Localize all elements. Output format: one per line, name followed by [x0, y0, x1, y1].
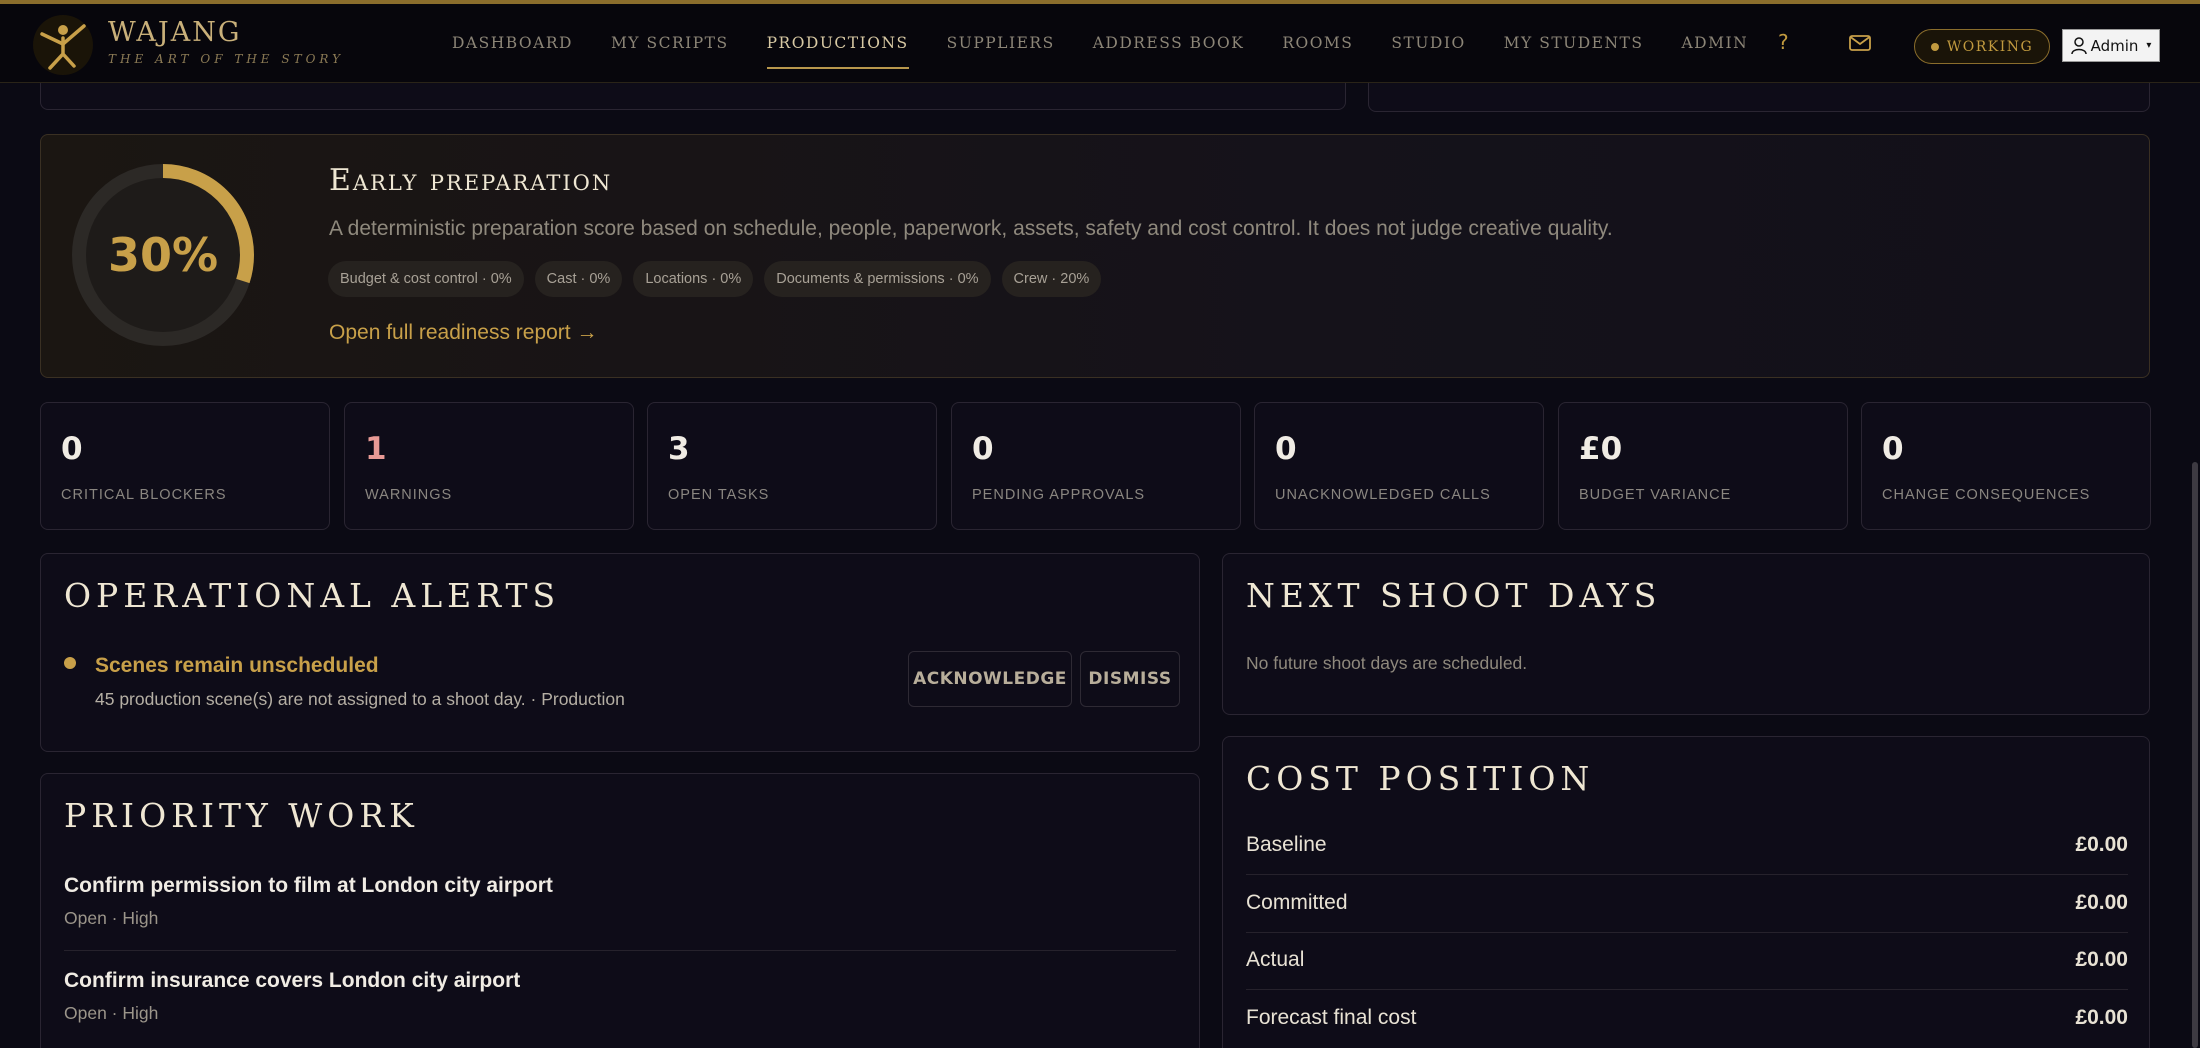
- stat-label: PENDING APPROVALS: [972, 487, 1146, 503]
- divider: [1246, 989, 2128, 990]
- cost-label: Forecast final cost: [1246, 1006, 1417, 1029]
- stat-value: 0: [972, 431, 994, 467]
- task-title: Confirm permission to film at London cit…: [64, 874, 553, 897]
- operational-alerts-card: OPERATIONAL ALERTS Scenes remain unsched…: [40, 553, 1200, 752]
- nav-my-students[interactable]: MY STUDENTS: [1504, 4, 1644, 83]
- task-title: Confirm insurance covers London city air…: [64, 969, 521, 992]
- readiness-chips: Budget & cost control · 0% Cast · 0% Loc…: [328, 261, 1102, 297]
- stat-critical-blockers[interactable]: 0 CRITICAL BLOCKERS: [40, 402, 330, 530]
- help-icon[interactable]: ?: [1778, 30, 1789, 54]
- brand-tagline: THE ART OF THE STORY: [108, 52, 345, 66]
- stat-budget-variance[interactable]: £0 BUDGET VARIANCE: [1558, 402, 1848, 530]
- stat-label: OPEN TASKS: [668, 487, 770, 503]
- alert-dot-icon: [64, 657, 76, 669]
- stat-change-consequences[interactable]: 0 CHANGE CONSEQUENCES: [1861, 402, 2151, 530]
- priority-work-card: PRIORITY WORK Confirm permission to film…: [40, 773, 1200, 1048]
- stat-value: 3: [668, 431, 690, 467]
- chevron-down-icon: ▾: [2146, 40, 2152, 51]
- divider: [1246, 874, 2128, 875]
- divider: [1246, 932, 2128, 933]
- readiness-title: Early preparation: [329, 163, 613, 198]
- admin-user-menu[interactable]: Admin ▾: [2062, 29, 2160, 62]
- wajang-logo-icon[interactable]: [32, 14, 94, 76]
- brand-name: WAJANG: [108, 17, 242, 48]
- stat-label: CHANGE CONSEQUENCES: [1882, 487, 2091, 503]
- stat-value: 0: [1882, 431, 1904, 467]
- stat-open-tasks[interactable]: 3 OPEN TASKS: [647, 402, 937, 530]
- acknowledge-button[interactable]: ACKNOWLEDGE: [908, 651, 1072, 707]
- nav-suppliers[interactable]: SUPPLIERS: [947, 4, 1055, 83]
- cost-label: Committed: [1246, 891, 1348, 914]
- nav-dashboard[interactable]: DASHBOARD: [452, 4, 573, 83]
- cost-row: Forecast final cost £0.00: [1246, 1006, 2128, 1030]
- readiness-chip: Crew · 20%: [1001, 261, 1102, 297]
- alert-description: 45 production scene(s) are not assigned …: [95, 689, 625, 709]
- stat-value: £0: [1579, 431, 1623, 467]
- main-nav: DASHBOARD MY SCRIPTS PRODUCTIONS SUPPLIE…: [452, 4, 1786, 83]
- cost-amount: £0.00: [2075, 833, 2128, 856]
- readiness-chip: Budget & cost control · 0%: [328, 261, 524, 297]
- stat-value: 1: [365, 431, 387, 467]
- nav-admin[interactable]: ADMIN: [1681, 4, 1748, 83]
- section-title: COST POSITION: [1246, 759, 1595, 798]
- divider: [64, 950, 1176, 951]
- cost-label: Actual: [1246, 948, 1305, 971]
- nav-productions[interactable]: PRODUCTIONS: [766, 4, 909, 83]
- cost-amount: £0.00: [2075, 891, 2128, 914]
- nav-my-scripts[interactable]: MY SCRIPTS: [611, 4, 729, 83]
- nav-studio[interactable]: STUDIO: [1391, 4, 1465, 83]
- task-item[interactable]: Confirm insurance covers London city air…: [64, 969, 1176, 1024]
- mail-icon[interactable]: [1849, 35, 1871, 51]
- readiness-card: 30% Early preparation A deterministic pr…: [40, 134, 2150, 378]
- cost-row: Baseline £0.00: [1246, 833, 2128, 857]
- cost-label: Baseline: [1246, 833, 1327, 856]
- nav-address-book[interactable]: ADDRESS BOOK: [1093, 4, 1245, 83]
- section-title: OPERATIONAL ALERTS: [64, 576, 561, 615]
- section-title: NEXT SHOOT DAYS: [1246, 576, 1662, 615]
- stat-unacknowledged-calls[interactable]: 0 UNACKNOWLEDGED CALLS: [1254, 402, 1544, 530]
- nav-rooms[interactable]: ROOMS: [1282, 4, 1353, 83]
- stat-value: 0: [61, 431, 83, 467]
- cost-amount: £0.00: [2075, 948, 2128, 971]
- stat-pending-approvals[interactable]: 0 PENDING APPROVALS: [951, 402, 1241, 530]
- empty-state-text: No future shoot days are scheduled.: [1246, 653, 1528, 673]
- working-status-label: WORKING: [1946, 38, 2034, 55]
- readiness-chip: Cast · 0%: [534, 261, 623, 297]
- cost-position-card: COST POSITION Baseline £0.00 Committed £…: [1222, 736, 2150, 1048]
- user-icon: [2070, 36, 2087, 54]
- status-dot-icon: [1930, 42, 1939, 51]
- task-item[interactable]: Confirm permission to film at London cit…: [64, 874, 1176, 929]
- stat-value: 0: [1275, 431, 1297, 467]
- open-readiness-report-link[interactable]: Open full readiness report →: [329, 321, 597, 345]
- readiness-description: A deterministic preparation score based …: [329, 217, 1613, 240]
- cost-row: Committed £0.00: [1246, 891, 2128, 915]
- working-status-button[interactable]: WORKING: [1914, 29, 2050, 64]
- stat-label: BUDGET VARIANCE: [1579, 487, 1732, 503]
- alert-title: Scenes remain unscheduled: [95, 654, 379, 677]
- stat-label: UNACKNOWLEDGED CALLS: [1275, 487, 1491, 503]
- dismiss-button[interactable]: DISMISS: [1080, 651, 1180, 707]
- task-meta: Open · High: [64, 1003, 159, 1023]
- cost-amount: £0.00: [2075, 1006, 2128, 1029]
- section-title: PRIORITY WORK: [64, 796, 419, 835]
- stat-label: WARNINGS: [365, 487, 453, 503]
- next-shoot-days-card: NEXT SHOOT DAYS No future shoot days are…: [1222, 553, 2150, 715]
- readiness-chip: Locations · 0%: [633, 261, 754, 297]
- task-meta: Open · High: [64, 908, 159, 928]
- page-scrollbar[interactable]: [2192, 462, 2198, 1048]
- readiness-percent: 30%: [107, 228, 219, 282]
- stat-warnings[interactable]: 1 WARNINGS: [344, 402, 634, 530]
- cost-row: Actual £0.00: [1246, 948, 2128, 972]
- top-navigation-bar: WAJANG THE ART OF THE STORY DASHBOARD MY…: [0, 0, 2200, 83]
- stat-label: CRITICAL BLOCKERS: [61, 487, 227, 503]
- readiness-chip: Documents & permissions · 0%: [764, 261, 991, 297]
- admin-user-label: Admin: [2090, 36, 2139, 55]
